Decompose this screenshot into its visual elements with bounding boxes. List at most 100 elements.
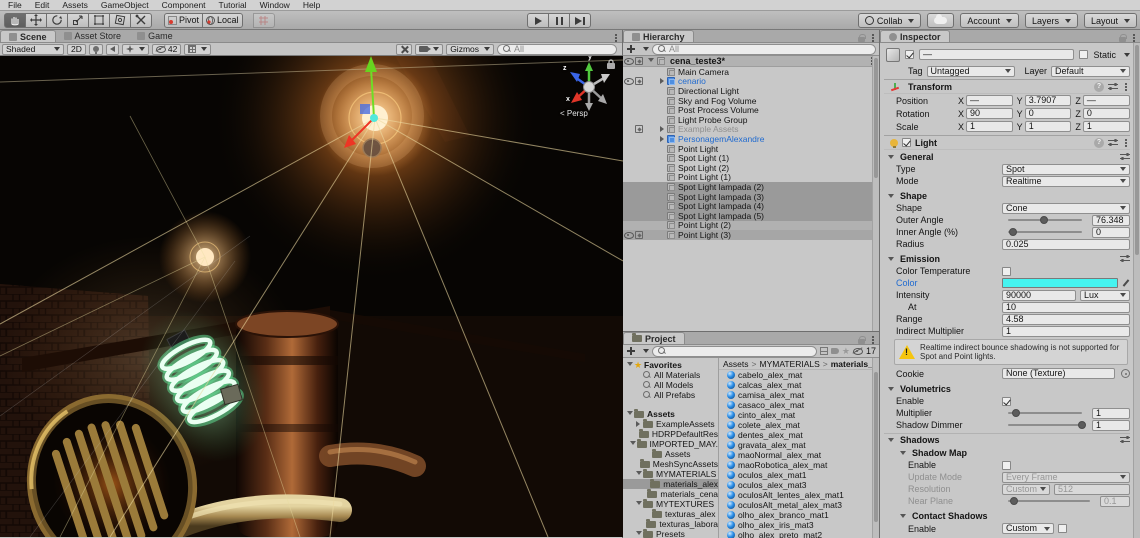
menu-edit[interactable]: Edit <box>29 0 56 10</box>
hierarchy-item[interactable]: Spot Light lampada (2) <box>623 182 879 192</box>
asset-row[interactable]: cabelo_alex_mat <box>719 370 879 380</box>
layout-button[interactable]: Layout <box>1084 13 1137 28</box>
tag-dropdown[interactable]: Untagged <box>927 66 1015 77</box>
transform-tool-button[interactable] <box>109 13 131 28</box>
hierarchy-item[interactable]: Point Light (2) <box>623 221 879 231</box>
contact-shadows-subheader[interactable]: Contact Shadows <box>884 509 1130 522</box>
gameobject-active-checkbox[interactable] <box>905 50 914 59</box>
breadcrumb-assets[interactable]: Assets <box>723 359 749 369</box>
shape-dropdown[interactable]: Cone <box>1002 203 1130 214</box>
menu-component[interactable]: Component <box>156 0 212 10</box>
scale-tool-button[interactable] <box>67 13 89 28</box>
scene-audio-toggle[interactable] <box>106 44 119 55</box>
shadow-map-subheader[interactable]: Shadow Map <box>884 446 1130 459</box>
lux-at-field[interactable]: 10 <box>1002 302 1130 313</box>
light-mode-dropdown[interactable]: Realtime <box>1002 176 1130 187</box>
scene-lighting-toggle[interactable] <box>89 44 103 55</box>
scene-visibility-icon[interactable] <box>624 57 634 65</box>
hierarchy-menu-icon[interactable] <box>872 34 874 36</box>
light-type-dropdown[interactable]: Spot <box>1002 164 1130 175</box>
project-scroll-thumb[interactable] <box>874 372 878 522</box>
grid-snap-button[interactable] <box>253 13 275 28</box>
collab-button[interactable]: Collab <box>858 13 922 28</box>
transform-menu-icon[interactable] <box>1125 83 1127 85</box>
breadcrumb-mymaterials[interactable]: MYMATERIALS <box>759 359 819 369</box>
project-search-input[interactable] <box>652 346 817 357</box>
hierarchy-scroll-thumb[interactable] <box>874 58 878 178</box>
intensity-field[interactable]: 90000 <box>1002 290 1076 301</box>
scale-y-field[interactable]: 1 <box>1025 121 1072 132</box>
asset-row[interactable]: maoRobotica_alex_mat <box>719 460 879 470</box>
local-toggle[interactable]: Local <box>202 13 243 28</box>
cloud-button[interactable] <box>927 13 954 28</box>
play-button[interactable] <box>527 13 549 28</box>
project-tree-item[interactable]: materials_alex <box>623 479 718 489</box>
hierarchy-item[interactable]: Spot Light lampada (4) <box>623 201 879 211</box>
rotation-y-field[interactable]: 0 <box>1025 108 1072 119</box>
inspector-scroll-thumb[interactable] <box>1135 45 1139 255</box>
resolution-field[interactable]: 512 <box>1054 484 1130 495</box>
project-tree-item[interactable]: All Materials <box>623 370 718 380</box>
layer-dropdown[interactable]: Default <box>1051 66 1130 77</box>
indirect-multiplier-field[interactable]: 1 <box>1002 326 1130 337</box>
static-caret-icon[interactable] <box>1124 53 1130 57</box>
eyedropper-icon[interactable] <box>1122 278 1130 288</box>
project-tree-item[interactable]: IMPORTED_MAY. <box>623 439 718 449</box>
inspector-lock-icon[interactable] <box>1119 37 1126 42</box>
scene-search-input[interactable]: All <box>497 44 617 55</box>
layers-button[interactable]: Layers <box>1025 13 1078 28</box>
hierarchy-item[interactable]: Point Light (1) <box>623 173 879 183</box>
perspective-label[interactable]: < Persp <box>560 109 588 118</box>
custom-tool-button[interactable] <box>130 13 152 28</box>
project-hidden-eye-icon[interactable] <box>853 347 863 355</box>
project-tree-item[interactable]: HDRPDefaultRes <box>623 429 718 439</box>
asset-row[interactable]: maoNormal_alex_mat <box>719 450 879 460</box>
shadow-dimmer-slider[interactable] <box>1008 424 1082 426</box>
hierarchy-search-input[interactable]: All <box>652 44 876 55</box>
step-button[interactable] <box>569 13 591 28</box>
tab-inspector[interactable]: Inspector <box>880 30 950 42</box>
menu-assets[interactable]: Assets <box>56 0 94 10</box>
scene-visibility-toggle[interactable]: 42 <box>152 44 181 55</box>
inspector-menu-icon[interactable] <box>1133 34 1135 36</box>
asset-row[interactable]: cinto_alex_mat <box>719 410 879 420</box>
search-by-label-icon[interactable] <box>831 348 839 354</box>
hierarchy-item[interactable]: Spot Light (2) <box>623 163 879 173</box>
menu-help[interactable]: Help <box>297 0 326 10</box>
emission-section-header[interactable]: Emission <box>884 252 1130 265</box>
update-mode-dropdown[interactable]: Every Frame <box>1002 472 1130 483</box>
shading-mode-dropdown[interactable]: Shaded <box>2 44 64 55</box>
tab-project[interactable]: Project <box>623 332 685 344</box>
shape-section-header[interactable]: Shape <box>884 189 1130 202</box>
light-enabled-checkbox[interactable] <box>902 138 911 147</box>
inspector-scrollbar[interactable] <box>1133 43 1140 538</box>
shadow-dimmer-field[interactable]: 1 <box>1092 420 1130 431</box>
project-tree-item[interactable]: Assets <box>623 409 718 419</box>
pickability-icon[interactable] <box>635 77 643 85</box>
hierarchy-item[interactable]: Directional Light <box>623 86 879 96</box>
gizmos-dropdown[interactable]: Gizmos <box>446 44 494 55</box>
visibility-eye-icon[interactable] <box>624 77 634 85</box>
axis-y-label[interactable]: y <box>588 56 592 61</box>
project-scrollbar[interactable] <box>872 358 879 538</box>
hierarchy-item[interactable]: Light Probe Group <box>623 115 879 125</box>
project-tree-item[interactable]: All Prefabs <box>623 390 718 400</box>
color-swatch[interactable] <box>1002 278 1118 288</box>
hierarchy-scrollbar[interactable] <box>872 56 879 331</box>
project-tree-item[interactable]: MYTEXTURES <box>623 499 718 509</box>
hierarchy-item[interactable]: Example Assets <box>623 125 879 135</box>
hierarchy-lock-icon[interactable] <box>858 37 865 42</box>
hand-tool-button[interactable] <box>4 13 26 28</box>
position-y-field[interactable]: 3.7907 <box>1025 95 1072 106</box>
favorites-star-icon[interactable]: ★ <box>842 347 850 355</box>
scene-effects-dropdown[interactable] <box>122 44 149 55</box>
grid-visibility-dropdown[interactable] <box>184 44 211 55</box>
asset-row[interactable]: oculosAlt_metal_alex_mat3 <box>719 500 879 510</box>
menu-tutorial[interactable]: Tutorial <box>213 0 253 10</box>
project-tree-item[interactable]: Presets <box>623 529 718 538</box>
hierarchy-item[interactable]: Main Camera <box>623 67 879 77</box>
light-menu-icon[interactable] <box>1125 139 1127 141</box>
project-tree-item[interactable]: Assets <box>623 449 718 459</box>
account-button[interactable]: Account <box>960 13 1019 28</box>
hierarchy-item[interactable]: PersonagemAlexandre <box>623 134 879 144</box>
